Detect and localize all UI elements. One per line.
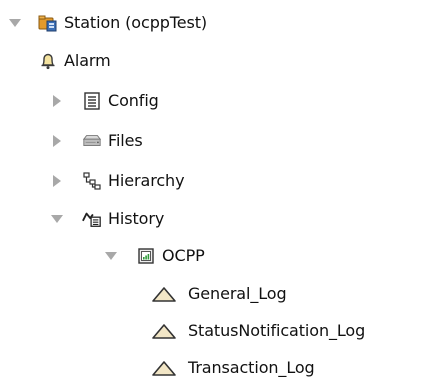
tree-node-log[interactable]: Transaction_Log	[150, 354, 315, 382]
tree-node-log[interactable]: General_Log	[150, 280, 287, 308]
expand-arrow-icon[interactable]	[50, 174, 64, 188]
tree-node-alarm[interactable]: Alarm	[38, 47, 111, 75]
tree-node-history[interactable]: History	[50, 205, 164, 233]
tree-node-config[interactable]: Config	[50, 87, 159, 115]
collapse-arrow-icon[interactable]	[50, 212, 64, 226]
collapse-arrow-icon[interactable]	[8, 16, 22, 30]
tree-node-label: OCPP	[162, 246, 205, 265]
collapse-arrow-icon[interactable]	[104, 249, 118, 263]
log-triangle-icon	[150, 284, 184, 304]
tree-node-label: General_Log	[188, 284, 287, 303]
tree-node-label: History	[108, 209, 165, 228]
config-icon	[82, 91, 102, 111]
drive-icon	[82, 131, 102, 151]
expand-arrow-icon[interactable]	[50, 94, 64, 108]
device-icon	[136, 246, 156, 266]
tree-node-label: StatusNotification_Log	[188, 321, 366, 340]
tree-node-station[interactable]: Station (ocppTest)	[0, 9, 207, 37]
log-triangle-icon	[150, 358, 184, 378]
tree-node-label: Transaction_Log	[188, 358, 315, 377]
tree-node-files[interactable]: Files	[50, 127, 143, 155]
history-icon	[82, 209, 102, 229]
tree-node-ocpp[interactable]: OCPP	[104, 242, 205, 270]
hierarchy-icon	[82, 171, 102, 191]
expand-arrow-icon[interactable]	[50, 134, 64, 148]
tree-node-label: Files	[108, 131, 143, 150]
tree-node-label: Alarm	[64, 51, 111, 70]
tree-node-label: Station (ocppTest)	[64, 13, 208, 32]
navigation-tree: Station (ocppTest) Alarm Config Files Hi…	[0, 0, 440, 380]
tree-node-label: Hierarchy	[108, 171, 185, 190]
tree-node-log[interactable]: StatusNotification_Log	[150, 317, 365, 345]
station-folder-icon	[38, 13, 58, 33]
bell-icon	[38, 51, 58, 71]
tree-node-hierarchy[interactable]: Hierarchy	[50, 167, 185, 195]
log-triangle-icon	[150, 321, 184, 341]
tree-node-label: Config	[108, 91, 159, 110]
